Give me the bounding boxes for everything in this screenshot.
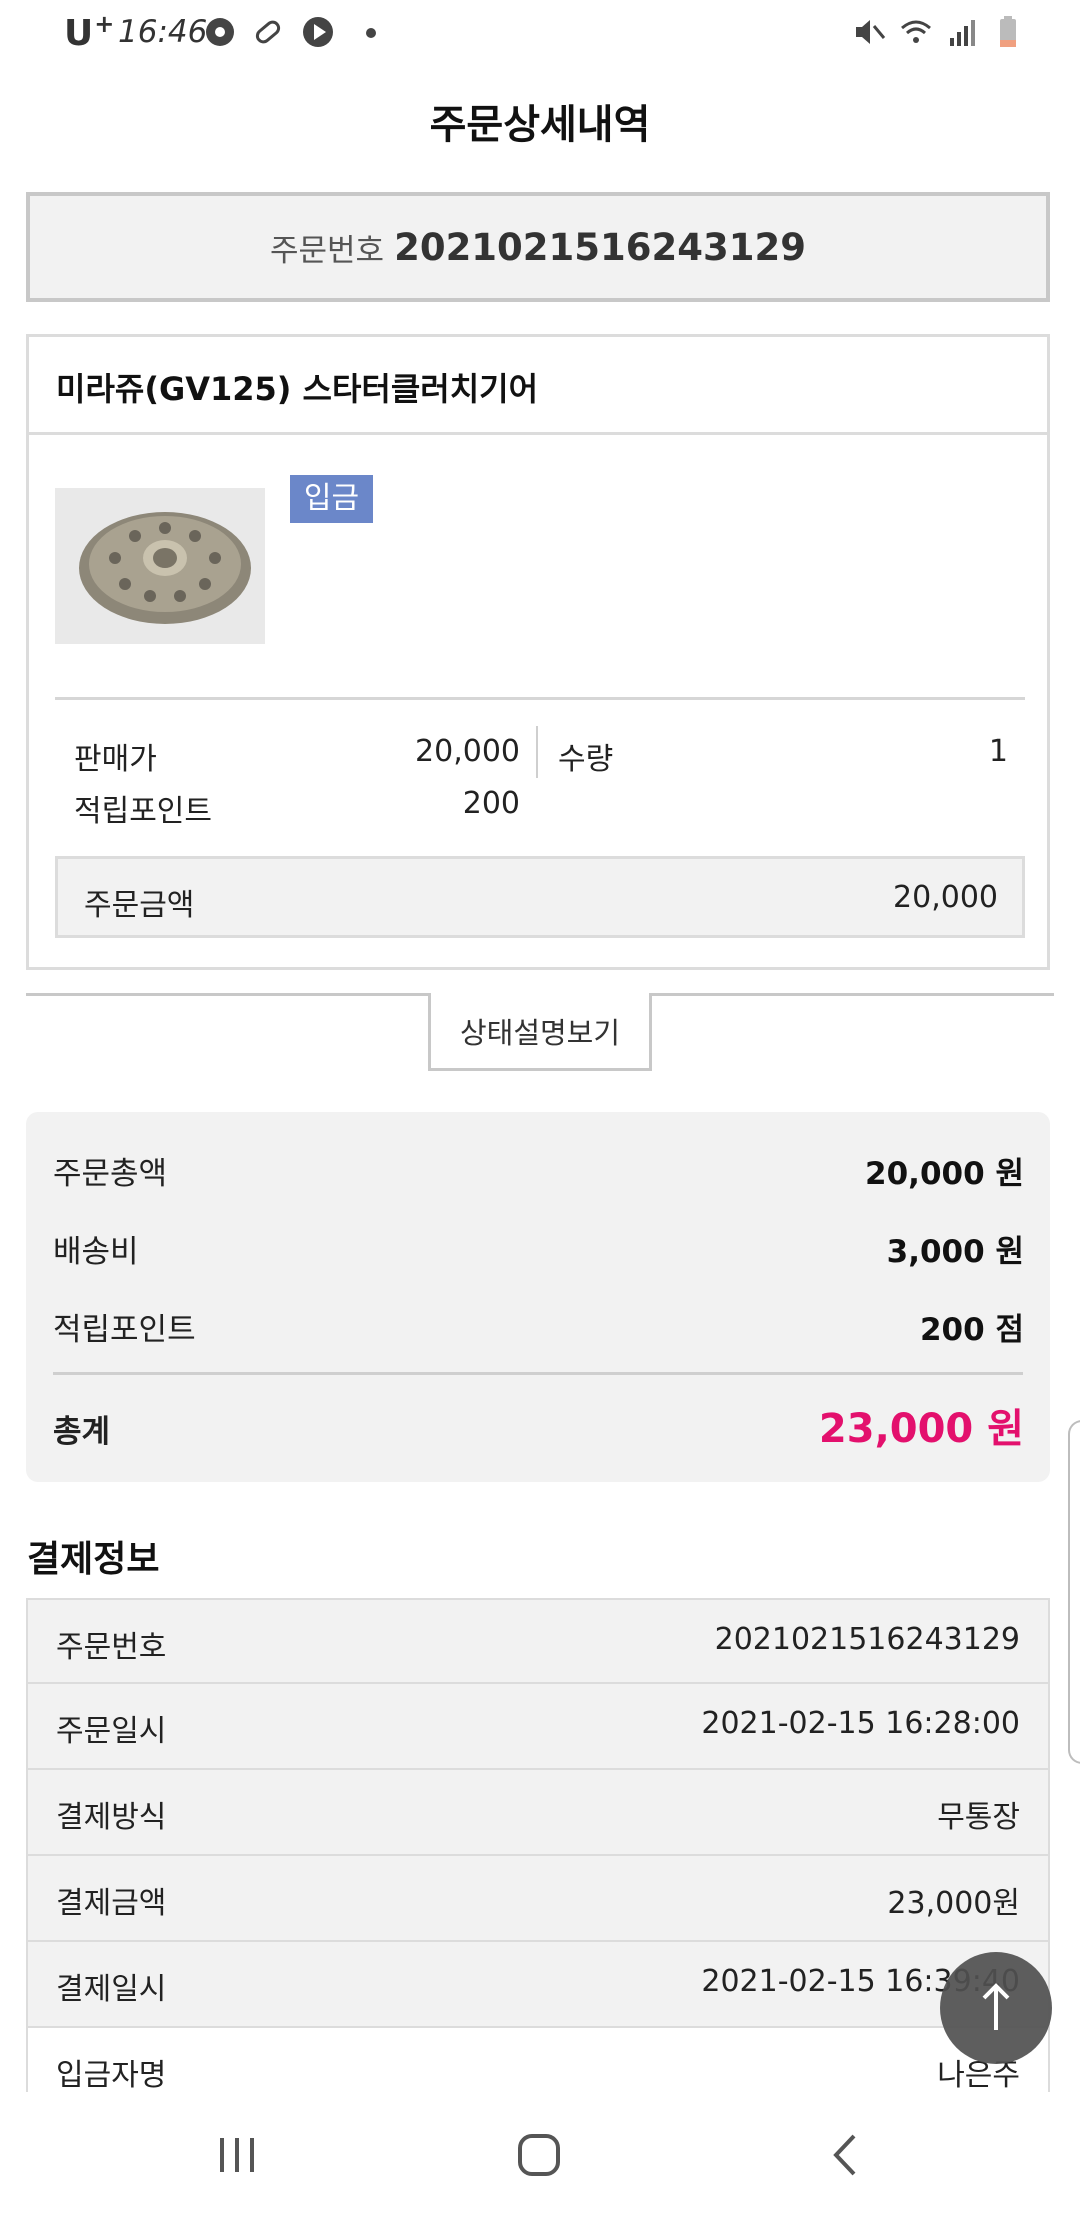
summary-value: 20,000 원: [865, 1156, 1024, 1192]
status-time: 16:46: [118, 14, 208, 50]
status-explain-button[interactable]: 상태설명보기: [428, 993, 652, 1071]
table-row: 주문번호 2021021516243129: [26, 1598, 1050, 1684]
arrow-up-icon: [982, 1983, 1010, 2030]
column-divider: [536, 726, 538, 778]
divider: [53, 1372, 1023, 1375]
divider: [29, 432, 1047, 435]
product-name[interactable]: 미라쥬(GV125) 스타터클러치기어: [56, 364, 538, 410]
home-icon[interactable]: [516, 2132, 562, 2178]
carrier-label: U+: [64, 10, 116, 54]
payment-value: 23,000원: [887, 1886, 1020, 1921]
status-bar: U+ 16:46: [0, 0, 1080, 66]
scroll-top-button[interactable]: [940, 1952, 1052, 2064]
points-value: 200: [462, 786, 520, 821]
total-label: 총계: [53, 1414, 111, 1450]
summary-value: 200 점: [919, 1312, 1024, 1348]
status-badge: 입금: [290, 475, 373, 523]
table-row: 결제방식 무통장: [26, 1770, 1050, 1856]
table-row: 결제일시 2021-02-15 16:39:40: [26, 1942, 1050, 2028]
payment-info-title: 결제정보: [27, 1539, 160, 1580]
points-label: 적립포인트: [74, 794, 212, 829]
gear-image: [55, 488, 265, 644]
payment-label: 주문번호: [56, 1630, 167, 1665]
divider: [26, 993, 430, 996]
payment-label: 주문일시: [56, 1714, 167, 1749]
edge-panel-handle[interactable]: [1068, 1420, 1080, 1764]
divider: [650, 993, 1054, 996]
order-amount-label: 주문금액: [84, 888, 195, 923]
summary-label: 배송비: [53, 1234, 139, 1270]
qty-label: 수량: [558, 742, 614, 777]
mute-icon: [856, 20, 886, 44]
order-number-box: 주문번호 2021021516243129: [26, 192, 1050, 302]
summary-label: 적립포인트: [53, 1312, 196, 1348]
table-row: 결제금액 23,000원: [26, 1856, 1050, 1942]
summary-label: 주문총액: [53, 1156, 168, 1192]
divider: [55, 697, 1025, 700]
notification-dot-icon: [366, 28, 376, 38]
wifi-icon: [901, 20, 931, 43]
price-value: 20,000: [415, 734, 520, 769]
payment-value: 무통장: [937, 1800, 1020, 1835]
summary-value: 3,000 원: [886, 1234, 1024, 1270]
order-number-value: 2021021516243129: [394, 225, 806, 269]
back-icon[interactable]: [824, 2132, 870, 2178]
product-image[interactable]: [55, 488, 265, 644]
recent-apps-icon[interactable]: [214, 2132, 260, 2178]
price-label: 판매가: [74, 742, 157, 777]
total-value: 23,000 원: [818, 1406, 1024, 1452]
signal-icon: [950, 20, 975, 46]
system-nav-bar: [0, 2092, 1080, 2220]
payment-label: 결제일시: [56, 1972, 167, 2007]
order-number-label: 주문번호: [269, 232, 385, 269]
payment-value: 2021-02-15 16:28:00: [701, 1706, 1020, 1741]
payment-label: 결제금액: [56, 1886, 167, 1921]
play-icon: [303, 17, 333, 47]
payment-label: 결제방식: [56, 1800, 167, 1835]
battery-icon: [1000, 16, 1016, 47]
page-title: 주문상세내역: [429, 102, 651, 148]
settings-badge-icon: [206, 18, 234, 46]
pill-icon: [255, 20, 281, 44]
qty-value: 1: [988, 734, 1008, 769]
order-amount-value: 20,000: [893, 880, 998, 915]
table-row: 주문일시 2021-02-15 16:28:00: [26, 1684, 1050, 1770]
payment-label: 입금자명: [56, 2058, 167, 2093]
payment-value: 2021021516243129: [714, 1622, 1020, 1657]
table-row: 입금자명 나은주: [26, 2028, 1050, 2093]
